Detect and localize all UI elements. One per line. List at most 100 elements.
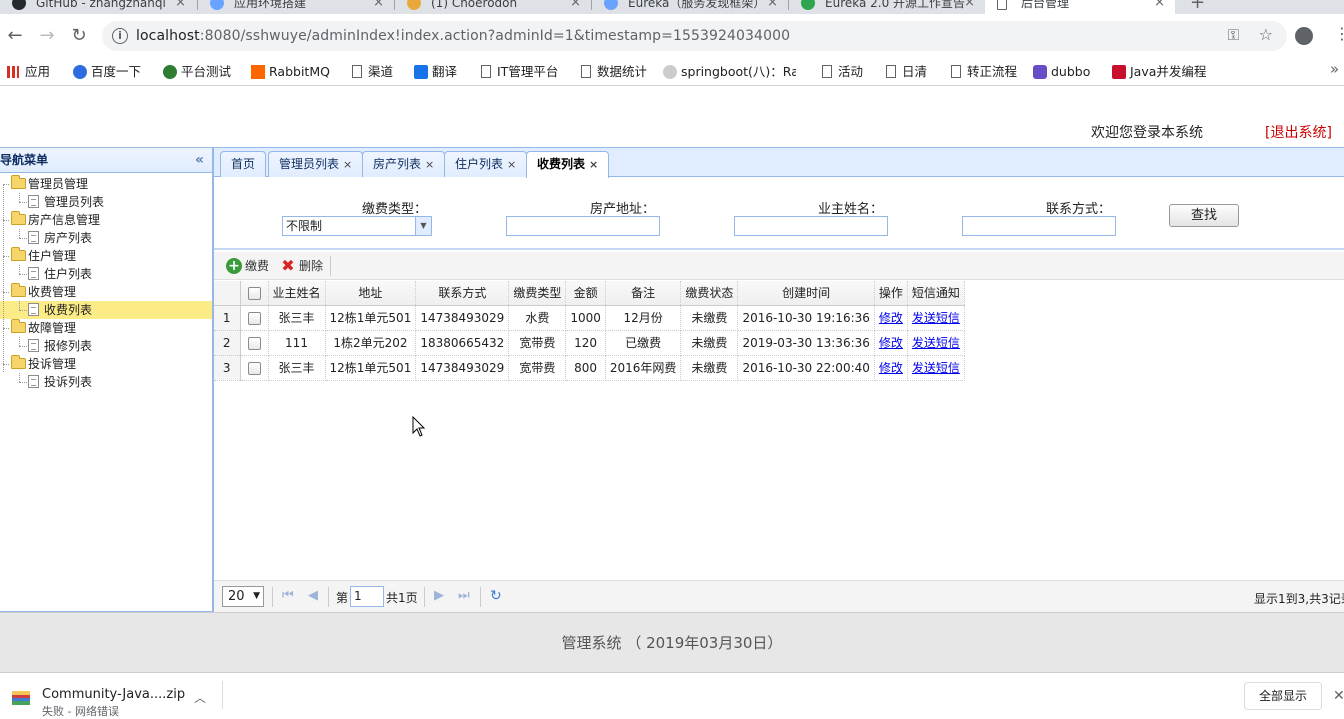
show-all-downloads-button[interactable]: 全部显示 <box>1244 682 1322 710</box>
bookmark-rabbitmq[interactable]: RabbitMQ <box>251 63 330 81</box>
send-sms-link[interactable]: 发送短信 <box>912 311 960 325</box>
tree-item-property-list[interactable]: 房产列表 <box>0 229 212 247</box>
prev-page-icon[interactable]: ◀ <box>308 589 318 603</box>
pay-button[interactable]: + 缴费 <box>224 256 269 276</box>
bookmark-star-icon[interactable]: ☆ <box>1259 25 1273 44</box>
close-tab-icon[interactable]: × <box>373 0 384 14</box>
col-sms[interactable]: 短信通知 <box>907 281 965 306</box>
table-row[interactable]: 2 111 1栋2单元202 18380665432 宽带费 120 已缴费 未… <box>214 330 965 356</box>
bookmark-onboarding[interactable]: 转正流程 <box>949 63 1017 81</box>
close-tab-icon[interactable]: × <box>570 0 581 14</box>
edit-link[interactable]: 修改 <box>879 336 903 350</box>
page-number-input[interactable]: 1 <box>350 586 384 607</box>
bookmark-channel[interactable]: 渠道 <box>350 63 393 81</box>
download-file-name[interactable]: Community-Java....zip <box>42 687 185 702</box>
address-input[interactable] <box>506 216 660 236</box>
back-icon[interactable]: ← <box>3 24 27 48</box>
row-checkbox[interactable] <box>240 305 269 331</box>
row-checkbox[interactable] <box>240 330 269 356</box>
table-row[interactable]: 1 张三丰 12栋1单元501 14738493029 水费 1000 12月份… <box>214 305 965 331</box>
col-status[interactable]: 缴费状态 <box>680 281 739 306</box>
profile-avatar-icon[interactable] <box>1295 27 1313 45</box>
col-created[interactable]: 创建时间 <box>737 281 875 306</box>
next-page-icon[interactable]: ▶ <box>434 589 444 603</box>
tab-fee-list[interactable]: 收费列表 × <box>526 151 610 178</box>
tree-item-resident-list[interactable]: 住户列表 <box>0 265 212 283</box>
bookmark-it-platform[interactable]: IT管理平台 <box>479 63 558 81</box>
search-button[interactable]: 查找 <box>1169 204 1239 227</box>
bookmark-activity[interactable]: 活动 <box>820 63 863 81</box>
url-text[interactable]: localhost:8080/sshwuye/adminIndex!index.… <box>136 28 790 44</box>
browser-tab[interactable]: GitHub - zhangzhanqi × <box>0 0 196 14</box>
contact-input[interactable] <box>962 216 1116 236</box>
send-sms-link[interactable]: 发送短信 <box>912 361 960 375</box>
col-amount[interactable]: 金额 <box>565 281 606 306</box>
select-all-checkbox[interactable] <box>240 281 269 306</box>
bookmark-apps[interactable]: 应用 <box>7 63 50 81</box>
bookmark-statistics[interactable]: 数据统计 <box>579 63 647 81</box>
reload-icon[interactable]: ↻ <box>67 24 91 48</box>
tab-resident-list[interactable]: 住户列表 × <box>444 151 528 177</box>
close-tab-icon[interactable]: × <box>589 158 598 171</box>
key-icon[interactable]: ⚿ <box>1228 26 1239 44</box>
page-size-select[interactable]: 20 ▼ <box>222 586 264 607</box>
browser-tab[interactable]: Eureka（服务发现框架） × <box>592 0 788 14</box>
tab-home[interactable]: 首页 <box>220 151 267 177</box>
tab-admin-list[interactable]: 管理员列表 × <box>268 151 364 177</box>
bookmark-springboot[interactable]: springboot(八)：Ra <box>663 63 796 81</box>
tree-group-faults[interactable]: 故障管理 <box>0 319 212 337</box>
edit-link[interactable]: 修改 <box>879 311 903 325</box>
delete-button[interactable]: ✖ 删除 <box>278 256 323 276</box>
address-bar[interactable]: i localhost:8080/sshwuye/adminIndex!inde… <box>102 21 1287 51</box>
bookmark-daily[interactable]: 日清 <box>884 63 927 81</box>
logout-link[interactable]: [退出系统] <box>1265 122 1332 142</box>
tree-item-repair-list[interactable]: 报修列表 <box>0 337 212 355</box>
tree-item-complaint-list[interactable]: 投诉列表 <box>0 373 212 391</box>
browser-tab[interactable]: Eureka 2.0 开源工作宣告 × <box>789 0 985 14</box>
refresh-icon[interactable]: ↻ <box>490 589 502 603</box>
table-row[interactable]: 3 张三丰 12栋1单元501 14738493029 宽带费 800 2016… <box>214 355 965 381</box>
col-owner[interactable]: 业主姓名 <box>268 281 326 306</box>
tree-item-fee-list-selected[interactable]: 收费列表 <box>0 301 212 319</box>
browser-tab-active[interactable]: 后台管理 × <box>985 0 1175 14</box>
owner-name-input[interactable] <box>734 216 888 236</box>
tree-item-admin-list[interactable]: 管理员列表 <box>0 193 212 211</box>
bookmark-java-concurrency[interactable]: Java并发编程 <box>1112 63 1206 81</box>
col-note[interactable]: 备注 <box>605 281 682 306</box>
new-tab-icon[interactable]: + <box>1190 0 1205 13</box>
browser-tab[interactable]: (1) Choerodon × <box>395 0 591 14</box>
bookmark-platform-test[interactable]: 平台测试 <box>163 63 231 81</box>
col-fee-type[interactable]: 缴费类型 <box>508 281 567 306</box>
tab-property-list[interactable]: 房产列表 × <box>362 151 446 177</box>
browser-menu-icon[interactable]: ⋮ <box>1334 24 1344 43</box>
bookmark-baidu[interactable]: 百度一下 <box>73 63 141 81</box>
chevron-up-icon[interactable]: ︿ <box>194 689 206 706</box>
close-tab-icon[interactable]: × <box>767 0 778 14</box>
site-info-icon[interactable]: i <box>112 28 128 44</box>
close-tab-icon[interactable]: × <box>507 158 516 171</box>
col-address[interactable]: 地址 <box>325 281 417 306</box>
first-page-icon[interactable]: ⏮ <box>282 589 294 603</box>
close-tab-icon[interactable]: × <box>343 158 352 171</box>
tree-group-residents[interactable]: 住户管理 <box>0 247 212 265</box>
tree-group-property[interactable]: 房产信息管理 <box>0 211 212 229</box>
close-tab-icon[interactable]: × <box>964 0 975 14</box>
last-page-icon[interactable]: ⏭ <box>458 589 470 603</box>
tree-group-complaints[interactable]: 投诉管理 <box>0 355 212 373</box>
col-phone[interactable]: 联系方式 <box>415 281 510 306</box>
browser-tab[interactable]: 应用环境搭建 × <box>198 0 394 14</box>
tree-group-admin[interactable]: 管理员管理 <box>0 175 212 193</box>
col-operation[interactable]: 操作 <box>874 281 908 306</box>
bookmark-dubbo[interactable]: dubbo <box>1033 63 1090 81</box>
collapse-icon[interactable]: « <box>195 148 204 173</box>
bookmark-translate[interactable]: 翻译 <box>414 63 457 81</box>
bookmarks-overflow-icon[interactable]: » <box>1330 60 1339 78</box>
row-checkbox[interactable] <box>240 355 269 381</box>
edit-link[interactable]: 修改 <box>879 361 903 375</box>
close-icon[interactable]: ✕ <box>1333 688 1344 704</box>
forward-icon[interactable]: → <box>35 24 59 48</box>
close-tab-icon[interactable]: × <box>175 0 186 14</box>
close-tab-icon[interactable]: × <box>425 158 434 171</box>
tree-group-fees[interactable]: 收费管理 <box>0 283 212 301</box>
send-sms-link[interactable]: 发送短信 <box>912 336 960 350</box>
